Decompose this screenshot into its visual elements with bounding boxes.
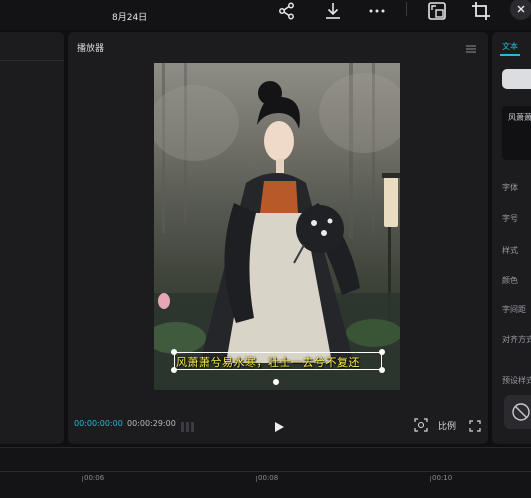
- resize-handle[interactable]: [379, 367, 385, 373]
- top-bar: 8月24日: [0, 0, 531, 30]
- tab-underline: [500, 54, 520, 56]
- text-input-value: 风萧萧: [508, 113, 531, 122]
- preset-label: 预设样式: [502, 376, 531, 385]
- share-icon[interactable]: [276, 0, 298, 22]
- video-preview[interactable]: [154, 63, 400, 390]
- player-title: 播放器: [77, 44, 105, 54]
- play-icon[interactable]: [273, 418, 285, 437]
- toolbar-divider: [406, 2, 407, 16]
- color-label: 颜色: [502, 276, 518, 285]
- tab-text[interactable]: 文本: [502, 41, 518, 52]
- video-player: 播放器 风萧萧兮易水寒，壮士一去兮不复还 00:00:00:00 00:00:2…: [68, 32, 488, 444]
- more-icon[interactable]: [366, 0, 388, 22]
- timeline-toolbar: [0, 448, 531, 472]
- download-icon[interactable]: [322, 0, 344, 22]
- timecode-grid-icon: [180, 418, 196, 437]
- align-label: 对齐方式: [502, 335, 531, 344]
- rotate-handle[interactable]: [271, 377, 281, 387]
- tick-mark: [82, 476, 83, 482]
- fullscreen-icon[interactable]: [469, 417, 481, 436]
- crop-icon[interactable]: [470, 0, 492, 22]
- media-panel: [0, 32, 64, 444]
- tick-label: 00:06: [84, 474, 105, 482]
- font-label: 字体: [502, 183, 518, 192]
- fit-screen-icon[interactable]: [414, 417, 428, 436]
- subtitle-text[interactable]: 风萧萧兮易水寒，壮士一去兮不复还: [176, 354, 360, 370]
- spacing-label: 字间距: [502, 305, 526, 314]
- close-icon[interactable]: [510, 0, 531, 20]
- style-button[interactable]: [502, 69, 531, 89]
- date-label: 8月24日: [112, 13, 148, 23]
- tick-mark: [430, 476, 431, 482]
- current-time: 00:00:00:00: [74, 419, 123, 428]
- text-inspector: 文本 风萧萧 字体 字号 样式 颜色 字间距 对齐方式 预设样式: [492, 32, 531, 444]
- panel-divider: [0, 60, 64, 61]
- tick-label: 00:10: [432, 474, 453, 482]
- size-label: 字号: [502, 214, 518, 223]
- total-time: 00:00:29:00: [127, 419, 176, 428]
- timeline[interactable]: 00:06 00:08 00:10: [0, 447, 531, 498]
- resize-handle[interactable]: [379, 349, 385, 355]
- menu-icon[interactable]: [465, 40, 477, 59]
- screen-switch-icon[interactable]: [426, 0, 448, 22]
- preset-style-swatch[interactable]: [504, 395, 531, 429]
- tick-mark: [256, 476, 257, 482]
- style-label: 样式: [502, 246, 518, 255]
- ratio-button[interactable]: 比例: [438, 419, 456, 432]
- tick-label: 00:08: [258, 474, 279, 482]
